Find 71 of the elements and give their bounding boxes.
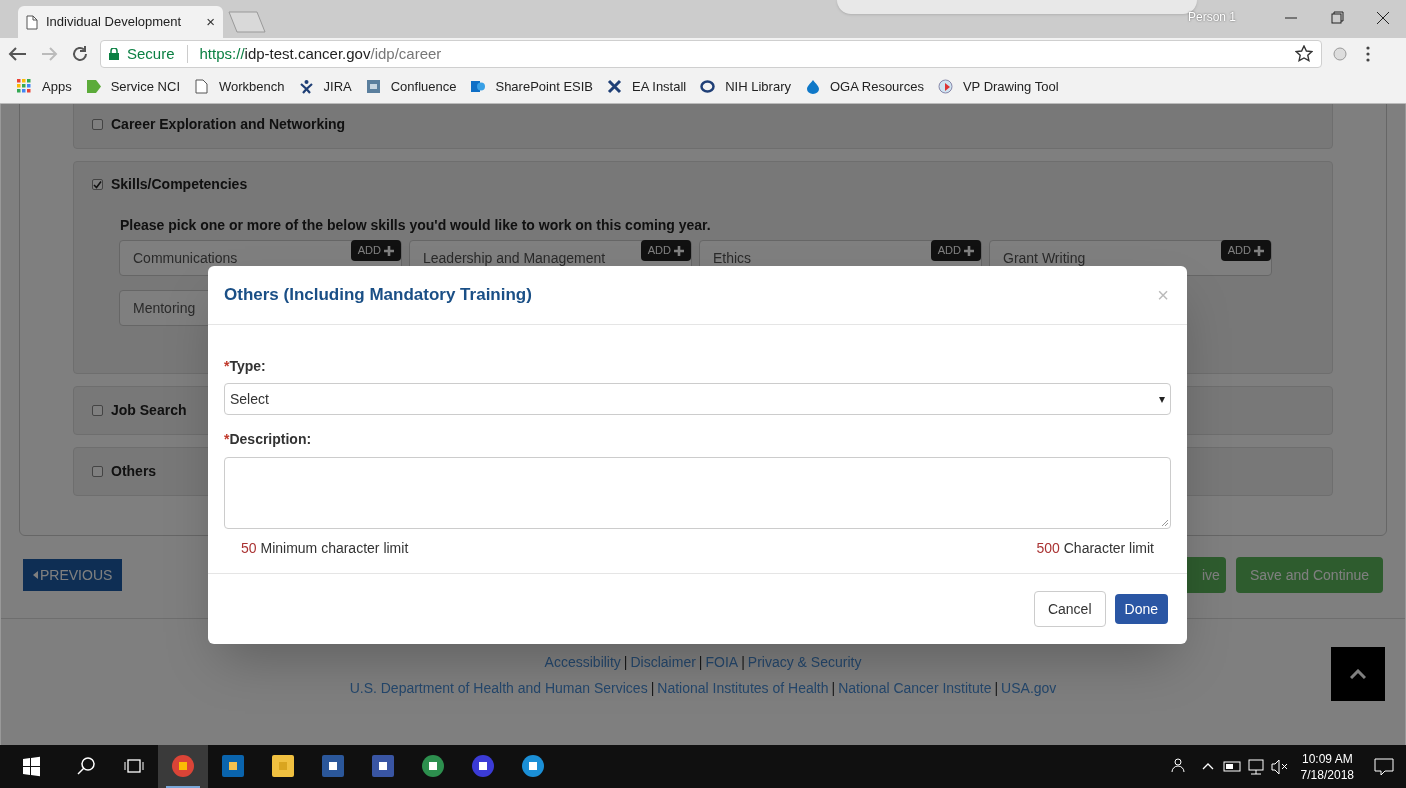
plus-icon xyxy=(1254,245,1264,256)
caret-left-icon xyxy=(33,571,38,579)
bookmark[interactable]: JIRA xyxy=(298,74,354,99)
type-dropdown[interactable]: Select ▾ xyxy=(224,383,1171,415)
dropdown-arrow: ▾ xyxy=(1159,391,1165,408)
figure-icon xyxy=(298,79,314,94)
cancel-button[interactable]: Cancel xyxy=(1033,591,1106,627)
plus-icon xyxy=(964,245,974,256)
checkmark-icon xyxy=(93,180,102,189)
chevron-up-icon xyxy=(1350,669,1366,679)
bookmark[interactable]: VP Drawing Tool xyxy=(937,74,1061,99)
url-text: https://idp-test.cancer.gov/idp/career xyxy=(199,43,442,64)
skill-name: Ethics xyxy=(713,249,752,268)
lock-icon xyxy=(109,48,119,60)
ring-icon xyxy=(700,79,716,94)
browser-tab[interactable]: Individual Development × xyxy=(18,6,223,38)
checkbox[interactable] xyxy=(92,179,103,190)
clock[interactable]: 10:09 AM 7/18/2018 xyxy=(1292,750,1362,783)
add-button[interactable]: ADD xyxy=(1220,240,1271,261)
modal-title: Others (Including Mandatory Training) xyxy=(224,284,533,307)
skill-name: Grant Writing xyxy=(1003,249,1086,268)
bookmark[interactable]: Confluence xyxy=(365,74,459,99)
bookmark[interactable]: NIH Library xyxy=(700,74,793,99)
sharepoint-icon xyxy=(470,79,486,94)
skill-name: Communications xyxy=(133,249,238,268)
separator: | xyxy=(741,653,745,672)
character-limit-hint: 500 Character limit xyxy=(1036,539,1154,558)
skill-name: Leadership and Management xyxy=(423,249,606,268)
separator: | xyxy=(698,653,703,672)
square-icon xyxy=(365,79,381,94)
checkbox[interactable] xyxy=(92,405,103,416)
tag-icon xyxy=(85,79,101,94)
section-label[interactable]: Career Exploration and Networking xyxy=(111,114,346,135)
separator: | xyxy=(994,679,999,698)
plus-icon xyxy=(384,245,394,256)
bookmark[interactable]: Service NCI xyxy=(85,74,182,99)
plus-icon xyxy=(674,245,684,256)
separator: | xyxy=(831,679,836,698)
separator: | xyxy=(650,679,655,698)
drop-icon xyxy=(805,79,820,94)
secure-label: Secure xyxy=(127,43,175,64)
bookmark[interactable]: Workbench xyxy=(194,74,287,99)
separator: | xyxy=(623,653,628,672)
section-label[interactable]: Job Search xyxy=(111,400,187,421)
skill-name: Mentoring xyxy=(133,299,196,318)
address-bar[interactable]: Secure https://idp-test.cancer.gov/idp/career xyxy=(100,40,1322,68)
bookmark[interactable]: Apps xyxy=(17,74,74,99)
close-tab-icon[interactable]: × xyxy=(206,10,215,34)
add-button[interactable]: ADD xyxy=(930,240,981,261)
previous-button[interactable]: PREVIOUS xyxy=(23,559,123,591)
field-label: *Type: xyxy=(224,357,267,376)
star-icon[interactable] xyxy=(1295,45,1313,63)
resize-handle-icon xyxy=(1162,520,1168,526)
section-label[interactable]: Others xyxy=(111,461,157,482)
checkbox[interactable] xyxy=(92,466,103,477)
bookmark[interactable]: EA Install xyxy=(607,74,689,99)
checkbox[interactable] xyxy=(92,119,103,130)
add-button[interactable]: ADD xyxy=(640,240,691,261)
field-label: *Description: xyxy=(224,430,313,449)
cross-icon xyxy=(607,79,623,94)
apps-grid-icon xyxy=(17,79,32,94)
bookmark[interactable]: OGA Resources xyxy=(805,74,926,99)
section-label[interactable]: Skills/Competencies xyxy=(111,174,248,195)
page-icon xyxy=(26,14,38,30)
bookmark[interactable]: SharePoint ESIB xyxy=(470,74,596,99)
minimum-character-hint: 50 Minimum character limit xyxy=(241,539,409,558)
done-button[interactable]: Done xyxy=(1114,594,1168,624)
skills-prompt: Please pick one or more of the below skills you'd would like to work on this coming year. xyxy=(120,216,712,235)
description-field[interactable] xyxy=(224,457,1171,529)
page-icon xyxy=(194,79,209,94)
add-button[interactable]: ADD xyxy=(350,240,401,261)
